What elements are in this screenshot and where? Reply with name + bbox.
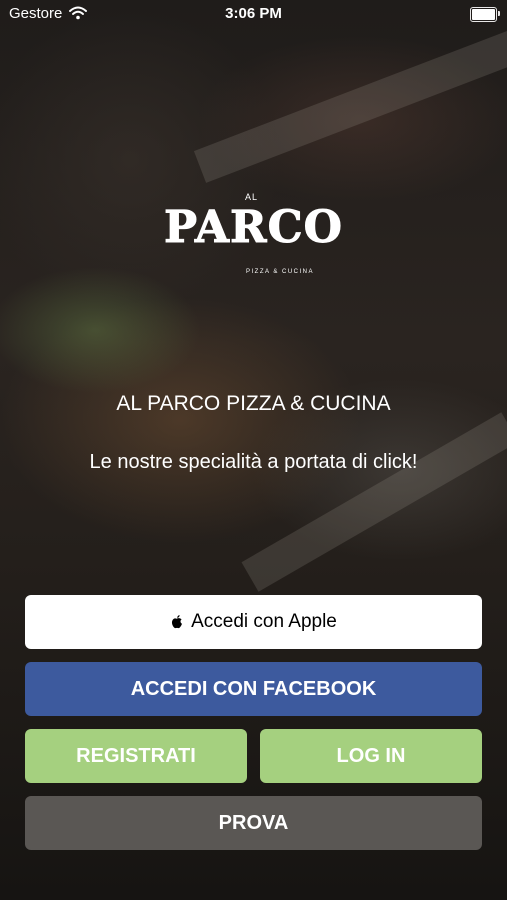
background-decoration [241,412,507,592]
logo-parco: PARCO [164,202,343,254]
apple-icon [172,614,183,628]
try-button[interactable]: PROVA [25,796,482,850]
sign-in-with-apple-button[interactable]: Accedi con Apple [25,595,482,649]
apple-button-label: Accedi con Apple [191,611,337,632]
tagline: Le nostre specialità a portata di click! [89,451,418,473]
battery-icon [470,7,500,22]
page-title: AL PARCO PIZZA & CUCINA [116,392,391,415]
login-screen: Gestore 3:06 PM AL PARCO PIZZA & CUCINA … [0,0,507,900]
logo-subtitle: PIZZA & CUCINA [245,269,314,275]
facebook-login-button[interactable]: ACCEDI CON FACEBOOK [25,662,482,716]
status-bar: Gestore 3:06 PM [0,0,507,30]
clock: 3:06 PM [225,5,282,22]
login-button[interactable]: LOG IN [260,729,482,783]
logo-al: AL [245,192,259,202]
background-decoration [193,29,507,183]
register-button[interactable]: REGISTRATI [25,729,247,783]
